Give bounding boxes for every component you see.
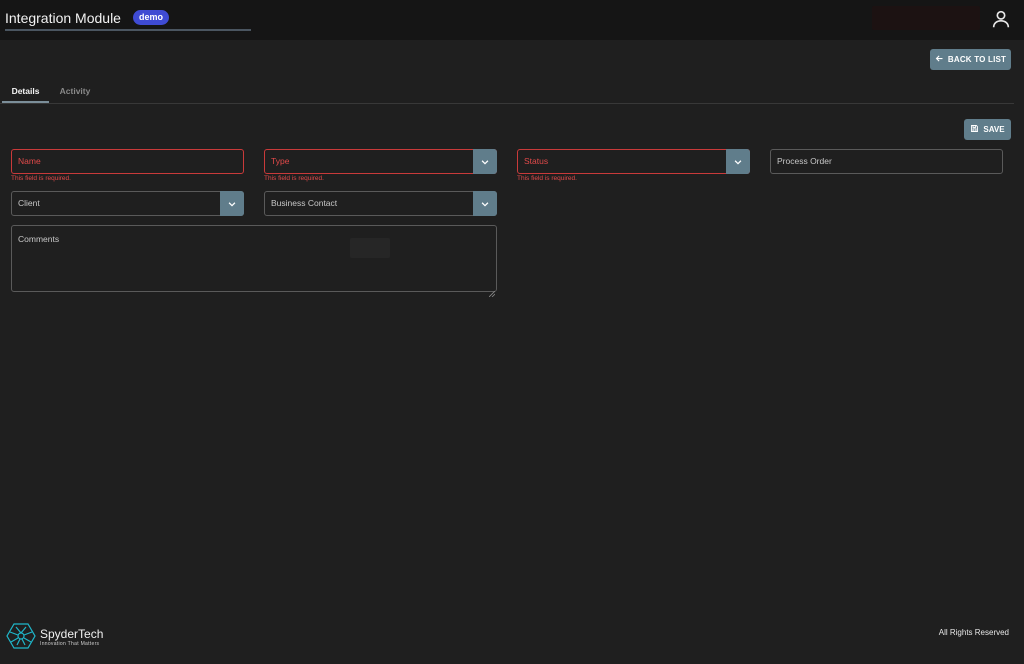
name-error: This field is required. xyxy=(11,175,71,182)
chevron-down-icon xyxy=(481,159,489,165)
business-contact-label: Business Contact xyxy=(271,198,338,208)
comments-textarea[interactable]: Comments xyxy=(11,225,497,298)
type-label: Type xyxy=(271,156,290,166)
tab-details[interactable]: Details xyxy=(2,80,49,103)
status-select[interactable]: Status xyxy=(517,149,750,174)
client-label: Client xyxy=(18,198,40,208)
comments-label: Comments xyxy=(18,234,60,244)
chevron-down-icon xyxy=(734,159,742,165)
overlay-placeholder xyxy=(350,238,390,258)
business-contact-dropdown-button[interactable] xyxy=(473,191,497,216)
env-badge: demo xyxy=(132,10,169,25)
brand-name: SpyderTech xyxy=(40,627,104,641)
brand-tagline: Innovation That Matters xyxy=(40,641,100,647)
save-label: SAVE xyxy=(983,125,1005,134)
type-select[interactable]: Type xyxy=(264,149,497,174)
app-title: Integration Module xyxy=(5,10,121,26)
floppy-disk-icon xyxy=(970,124,979,135)
app-title-area: Integration Module demo xyxy=(5,8,251,31)
name-input[interactable]: Name xyxy=(11,149,244,174)
spider-logo-icon xyxy=(6,622,36,655)
process-order-input[interactable]: Process Order xyxy=(770,149,1003,174)
copyright-text: All Rights Reserved xyxy=(938,628,1009,637)
top-bar-spacer xyxy=(872,6,980,30)
chevron-down-icon xyxy=(228,201,236,207)
status-error: This field is required. xyxy=(517,175,577,182)
footer-logo: SpyderTech Innovation That Matters xyxy=(6,622,104,655)
user-icon[interactable] xyxy=(990,8,1012,30)
resize-grip-icon[interactable] xyxy=(488,284,496,298)
type-error: This field is required. xyxy=(264,175,324,182)
back-to-list-label: BACK TO LIST xyxy=(947,55,1007,64)
arrow-left-icon xyxy=(935,54,944,65)
save-button[interactable]: SAVE xyxy=(964,119,1011,140)
process-order-label: Process Order xyxy=(777,156,832,166)
status-dropdown-button[interactable] xyxy=(726,149,750,174)
status-label: Status xyxy=(524,156,549,166)
client-select[interactable]: Client xyxy=(11,191,244,216)
tab-bar: Details Activity xyxy=(0,80,1014,104)
back-to-list-button[interactable]: BACK TO LIST xyxy=(930,49,1011,70)
chevron-down-icon xyxy=(481,201,489,207)
tab-activity[interactable]: Activity xyxy=(52,80,98,103)
top-bar: Integration Module demo xyxy=(0,0,1024,40)
name-label: Name xyxy=(18,156,41,166)
business-contact-select[interactable]: Business Contact xyxy=(264,191,497,216)
type-dropdown-button[interactable] xyxy=(473,149,497,174)
client-dropdown-button[interactable] xyxy=(220,191,244,216)
